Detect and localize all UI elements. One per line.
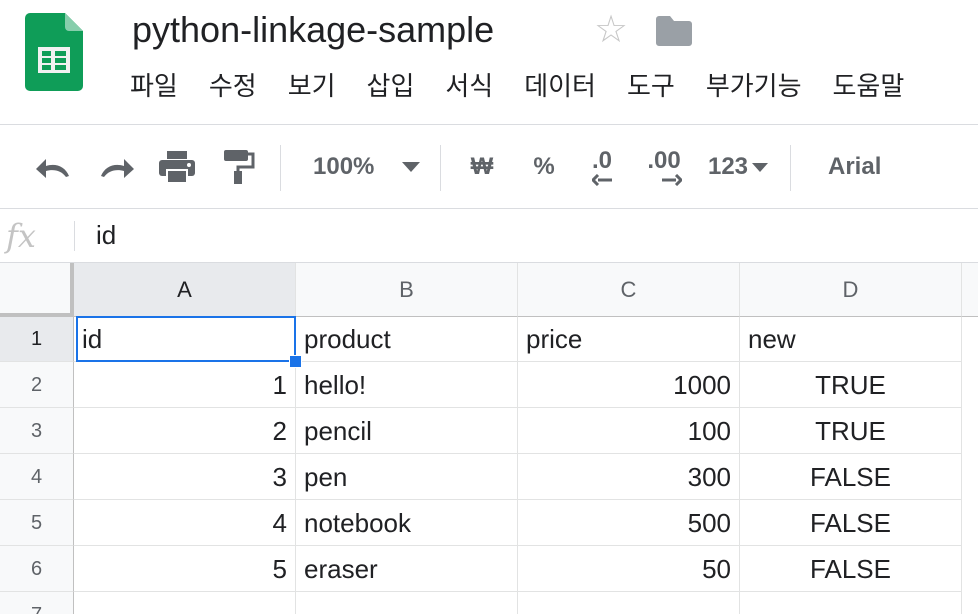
cell-b4[interactable]: pen	[296, 454, 518, 500]
cell-b3[interactable]: pencil	[296, 408, 518, 454]
cell-b1[interactable]: product	[296, 317, 518, 362]
format-currency-button[interactable]: ₩	[462, 145, 502, 189]
fx-icon: fx	[6, 217, 36, 255]
toolbar: 100% ₩ % .0 .00 123 Arial	[0, 124, 978, 209]
cell-a4[interactable]: 3	[74, 454, 296, 500]
paint-format-button[interactable]	[216, 145, 262, 189]
menu-addons[interactable]: 부가기능	[706, 66, 802, 106]
row-header-1[interactable]: 1	[0, 317, 74, 362]
redo-button[interactable]	[94, 145, 140, 189]
more-formats-label: 123	[707, 153, 749, 180]
menu-format[interactable]: 서식	[445, 66, 493, 106]
cell-d1[interactable]: new	[740, 317, 962, 362]
decrease-decimal-label: .0	[591, 147, 612, 174]
format-percent-button[interactable]: %	[524, 145, 564, 189]
undo-icon	[36, 159, 69, 178]
column-header-d[interactable]: D	[740, 263, 962, 317]
cell-c6[interactable]: 50	[518, 546, 740, 592]
menu-help[interactable]: 도움말	[833, 66, 905, 106]
cell-a5[interactable]: 4	[74, 500, 296, 546]
document-title[interactable]: python-linkage-sample	[132, 8, 494, 52]
menu-tools[interactable]: 도구	[627, 66, 675, 106]
cell-a3[interactable]: 2	[74, 408, 296, 454]
zoom-value: 100%	[313, 153, 375, 180]
cell-b2[interactable]: hello!	[296, 362, 518, 408]
menubar: 파일 수정 보기 삽입 서식 데이터 도구 부가기능 도움말	[130, 66, 904, 106]
row-header-3[interactable]: 3	[0, 408, 74, 454]
formula-separator	[74, 221, 75, 251]
cell-d6[interactable]: FALSE	[740, 546, 962, 592]
row-header-6[interactable]: 6	[0, 546, 74, 592]
arrow-left-icon	[592, 174, 612, 186]
formula-bar: fx id	[0, 209, 978, 263]
column-header-e[interactable]	[962, 263, 978, 317]
row-header-4[interactable]: 4	[0, 454, 74, 500]
cell-a2[interactable]: 1	[74, 362, 296, 408]
dropdown-icon	[752, 162, 769, 172]
cell-a6[interactable]: 5	[74, 546, 296, 592]
cell-c1[interactable]: price	[518, 317, 740, 362]
cell-b6[interactable]: eraser	[296, 546, 518, 592]
increase-decimal-button[interactable]: .00	[640, 145, 688, 189]
formula-input[interactable]: id	[96, 219, 116, 251]
toolbar-separator	[790, 145, 791, 191]
sheet-grid: A B C D 1 id product price new 2 1 hello…	[0, 263, 978, 614]
column-header-c[interactable]: C	[518, 263, 740, 317]
cell-a7[interactable]	[74, 592, 296, 614]
star-icon[interactable]: ☆	[594, 10, 628, 50]
toolbar-separator	[440, 145, 441, 191]
cell-c2[interactable]: 1000	[518, 362, 740, 408]
sheets-logo-icon[interactable]	[25, 13, 83, 91]
menu-view[interactable]: 보기	[288, 66, 336, 106]
cell-d5[interactable]: FALSE	[740, 500, 962, 546]
undo-button[interactable]	[30, 145, 76, 189]
cell-d4[interactable]: FALSE	[740, 454, 962, 500]
cell-b5[interactable]: notebook	[296, 500, 518, 546]
cell-c3[interactable]: 100	[518, 408, 740, 454]
cell-d7[interactable]	[740, 592, 962, 614]
paint-format-icon	[224, 150, 255, 184]
more-formats-button[interactable]: 123	[702, 145, 774, 189]
column-header-b[interactable]: B	[296, 263, 518, 317]
cell-c5[interactable]: 500	[518, 500, 740, 546]
dropdown-icon	[402, 162, 421, 172]
row-header-7[interactable]: 7	[0, 592, 74, 614]
cell-d3[interactable]: TRUE	[740, 408, 962, 454]
cell-a1[interactable]: id	[74, 317, 296, 362]
font-family-select[interactable]: Arial	[818, 145, 898, 189]
arrow-right-icon	[662, 174, 682, 186]
font-family-value: Arial	[828, 153, 882, 180]
folder-icon[interactable]	[656, 14, 692, 46]
header: python-linkage-sample ☆ 파일 수정 보기 삽입 서식 데…	[0, 0, 978, 124]
print-icon	[159, 151, 195, 184]
select-all-corner[interactable]	[0, 263, 74, 317]
fill-handle[interactable]	[289, 355, 302, 368]
redo-icon	[101, 159, 134, 178]
zoom-select[interactable]: 100%	[300, 145, 430, 189]
print-button[interactable]	[154, 145, 200, 189]
increase-decimal-label: .00	[647, 147, 681, 174]
cell-b7[interactable]	[296, 592, 518, 614]
toolbar-separator	[280, 145, 281, 191]
menu-data[interactable]: 데이터	[524, 66, 596, 106]
row-header-2[interactable]: 2	[0, 362, 74, 408]
column-header-a[interactable]: A	[74, 263, 296, 317]
menu-edit[interactable]: 수정	[209, 66, 257, 106]
cell-c7[interactable]	[518, 592, 740, 614]
decrease-decimal-button[interactable]: .0	[580, 145, 624, 189]
menu-file[interactable]: 파일	[130, 66, 178, 106]
cell-c4[interactable]: 300	[518, 454, 740, 500]
row-header-5[interactable]: 5	[0, 500, 74, 546]
cell-d2[interactable]: TRUE	[740, 362, 962, 408]
menu-insert[interactable]: 삽입	[367, 66, 415, 106]
